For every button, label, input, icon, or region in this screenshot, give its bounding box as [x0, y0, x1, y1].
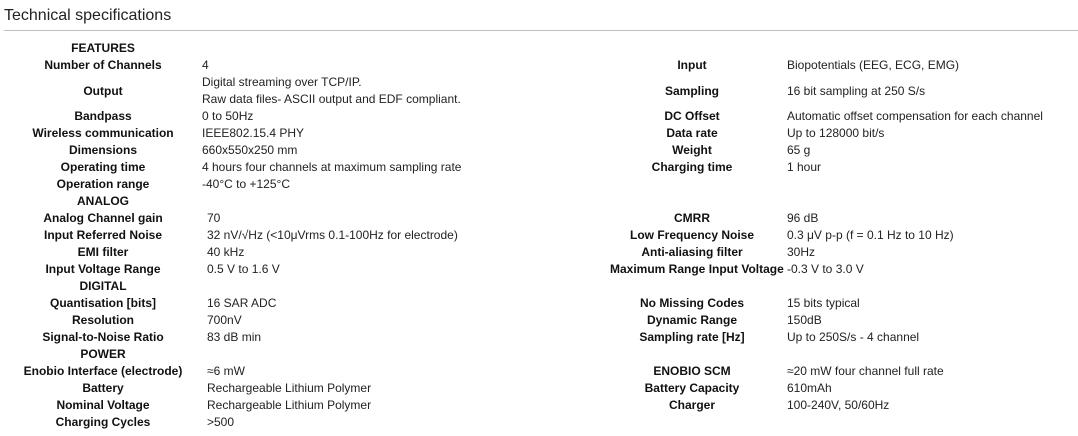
spec-value: 0.5 V to 1.6 V	[207, 262, 280, 276]
spec-label: Input	[677, 58, 707, 72]
spec-value: 100-240V, 50/60Hz	[787, 398, 890, 412]
spec-label: Maximum Range Input Voltage	[610, 262, 784, 276]
spec-row: EMI filter 40 kHz Anti-aliasing filter 3…	[14, 244, 1064, 261]
spec-label: DC Offset	[664, 109, 720, 123]
spec-label: Operating time	[60, 160, 146, 174]
spec-row: Nominal Voltage Rechargeable Lithium Pol…	[14, 397, 1064, 414]
section-row: FEATURES	[14, 40, 1064, 57]
spec-label: Operation range	[56, 177, 150, 191]
spec-row: Dimensions 660x550x250 mm Weight 65 g	[14, 142, 1064, 159]
spec-label: Weight	[672, 143, 712, 157]
spec-label: ENOBIO SCM	[653, 364, 731, 378]
page-title: Technical specifications	[4, 7, 172, 24]
section-power: POWER	[80, 347, 126, 361]
spec-value: Automatic offset compensation for each c…	[787, 109, 1043, 123]
spec-value: Digital streaming over TCP/IP. Raw data …	[192, 74, 610, 108]
section-row: ANALOG	[14, 193, 1064, 210]
spec-row: Battery Rechargeable Lithium Polymer Bat…	[14, 380, 1064, 397]
output-line-1: Digital streaming over TCP/IP.	[202, 75, 362, 89]
spec-value: -0.3 V to 3.0 V	[787, 262, 864, 276]
spec-value: ≈6 mW	[207, 364, 245, 378]
spec-label: Quantisation [bits]	[50, 296, 156, 310]
spec-row: Output Digital streaming over TCP/IP. Ra…	[14, 74, 1064, 108]
spec-value: 16 bit sampling at 250 S/s	[787, 83, 926, 98]
spec-label: Output	[83, 83, 123, 98]
spec-value: 96 dB	[787, 211, 819, 225]
spec-label: Sampling rate [Hz]	[639, 330, 745, 344]
spec-value: Biopotentials (EEG, ECG, EMG)	[787, 58, 960, 72]
spec-label: Data rate	[666, 126, 718, 140]
spec-row: Signal-to-Noise Ratio 83 dB min Sampling…	[14, 329, 1064, 346]
spec-label: Battery	[82, 381, 124, 395]
spec-label: Analog Channel gain	[43, 211, 163, 225]
title-divider	[4, 30, 1078, 31]
spec-row: Bandpass 0 to 50Hz DC Offset Automatic o…	[14, 108, 1064, 125]
spec-label: Anti-aliasing filter	[641, 245, 743, 259]
spec-value: Rechargeable Lithium Polymer	[207, 398, 372, 412]
section-digital: DIGITAL	[79, 279, 127, 293]
spec-row: Analog Channel gain 70 CMRR 96 dB	[14, 210, 1064, 227]
spec-label: Wireless communication	[32, 126, 174, 140]
spec-value: >500	[207, 415, 235, 429]
spec-row: Wireless communication IEEE802.15.4 PHY …	[14, 125, 1064, 142]
spec-value: 4	[202, 58, 209, 72]
spec-row: Input Referred Noise 32 nV/√Hz (<10μVrms…	[14, 227, 1064, 244]
spec-label: Signal-to-Noise Ratio	[42, 330, 164, 344]
section-row: POWER	[14, 346, 1064, 363]
spec-value: 1 hour	[787, 160, 822, 174]
section-features: FEATURES	[71, 41, 135, 55]
spec-label: Charging Cycles	[55, 415, 151, 429]
spec-value: 40 kHz	[207, 245, 245, 259]
spec-label: Charger	[668, 398, 715, 412]
spec-value: 83 dB min	[207, 330, 262, 344]
spec-label: Sampling	[664, 83, 719, 98]
section-row: DIGITAL	[14, 278, 1064, 295]
spec-table: FEATURES Number of Channels 4 Input Biop…	[14, 40, 1064, 431]
spec-value: 610mAh	[787, 381, 832, 395]
spec-value: 32 nV/√Hz (<10μVrms 0.1-100Hz for electr…	[207, 228, 458, 242]
spec-row: Operation range -40°C to +125°C	[14, 176, 1064, 193]
spec-row: Operating time 4 hours four channels at …	[14, 159, 1064, 176]
spec-value: 65 g	[787, 143, 811, 157]
spec-value: 30Hz	[787, 245, 816, 259]
spec-label: Nominal Voltage	[56, 398, 150, 412]
spec-value: 4 hours four channels at maximum samplin…	[202, 160, 462, 174]
spec-value: 0 to 50Hz	[202, 109, 254, 123]
spec-row: Resolution 700nV Dynamic Range 150dB	[14, 312, 1064, 329]
spec-row: Quantisation [bits] 16 SAR ADC No Missin…	[14, 295, 1064, 312]
spec-value: -40°C to +125°C	[202, 177, 290, 191]
spec-label: No Missing Codes	[639, 296, 744, 310]
spec-row: Input Voltage Range 0.5 V to 1.6 V Maxim…	[14, 261, 1064, 278]
spec-label: CMRR	[674, 211, 710, 225]
spec-row: Charging Cycles >500	[14, 414, 1064, 431]
spec-label: EMI filter	[77, 245, 129, 259]
spec-value: Up to 128000 bit/s	[787, 126, 885, 140]
spec-value: 700nV	[207, 313, 242, 327]
spec-label: Battery Capacity	[644, 381, 740, 395]
spec-value: Rechargeable Lithium Polymer	[207, 381, 372, 395]
spec-label: Dynamic Range	[646, 313, 738, 327]
spec-row: Number of Channels 4 Input Biopotentials…	[14, 57, 1064, 74]
spec-label: Charging time	[651, 160, 733, 174]
spec-value: 660x550x250 mm	[202, 143, 298, 157]
spec-label: Input Referred Noise	[43, 228, 163, 242]
spec-label: Enobio Interface (electrode)	[23, 364, 183, 378]
spec-row: Enobio Interface (electrode) ≈6 mW ENOBI…	[14, 363, 1064, 380]
spec-label: Dimensions	[68, 143, 137, 157]
spec-label: Resolution	[72, 313, 134, 327]
spec-value: ≈20 mW four channel full rate	[787, 364, 944, 378]
spec-label: Low Frequency Noise	[629, 228, 755, 242]
spec-value: 15 bits typical	[787, 296, 860, 310]
spec-value: 150dB	[787, 313, 822, 327]
spec-value: 70	[207, 211, 221, 225]
spec-label: Bandpass	[74, 109, 132, 123]
spec-value: Up to 250S/s - 4 channel	[787, 330, 920, 344]
spec-value: 0.3 μV p-p (f = 0.1 Hz to 10 Hz)	[787, 228, 954, 242]
spec-value: 16 SAR ADC	[207, 296, 277, 310]
spec-value: IEEE802.15.4 PHY	[202, 126, 305, 140]
output-line-2: Raw data files- ASCII output and EDF com…	[202, 92, 461, 106]
spec-label: Input Voltage Range	[45, 262, 161, 276]
section-analog: ANALOG	[77, 194, 129, 208]
spec-label: Number of Channels	[44, 58, 162, 72]
